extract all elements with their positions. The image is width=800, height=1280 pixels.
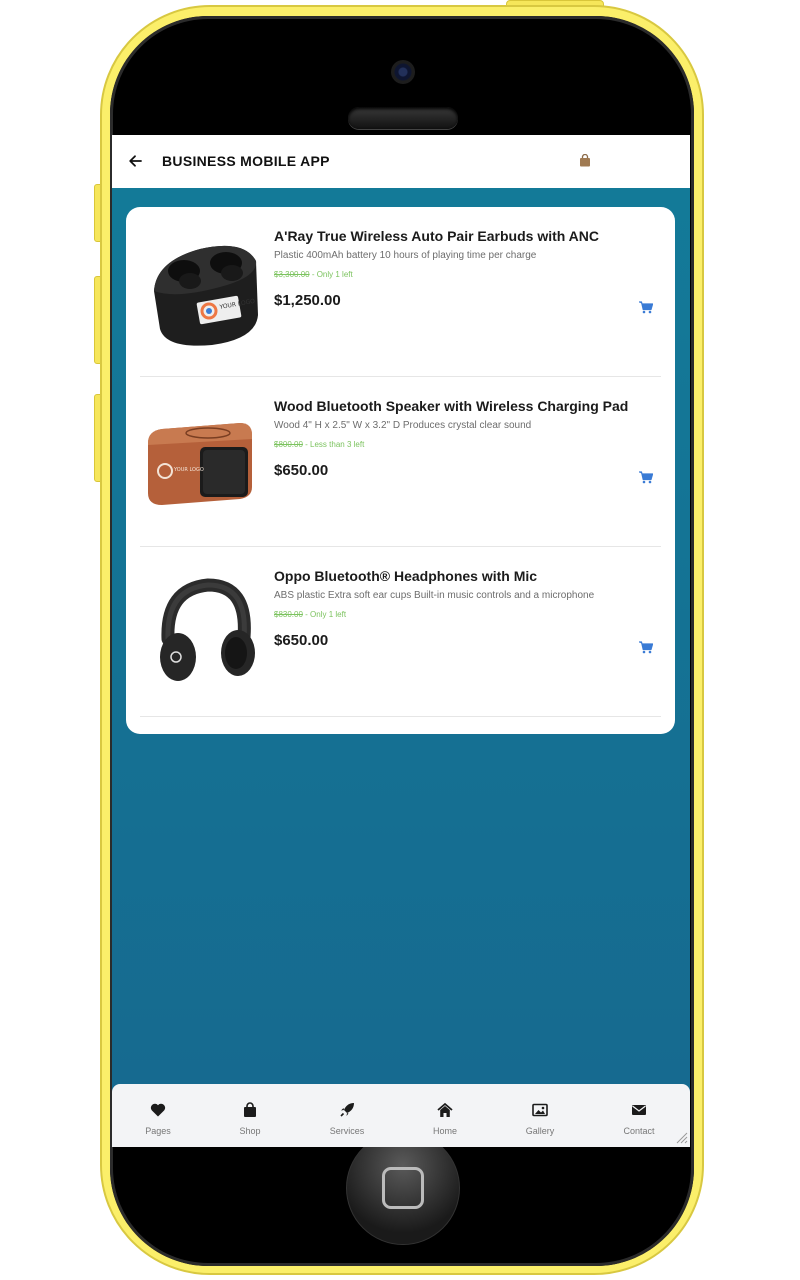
- nav-label: Services: [329, 1126, 365, 1136]
- product-item[interactable]: YOUR LOGO Wood Bluetooth Speaker with Wi…: [140, 377, 661, 547]
- product-stock: - Less than 3 left: [302, 440, 365, 449]
- page-title: BUSINESS MOBILE APP: [162, 153, 330, 169]
- envelope-icon: [632, 1105, 646, 1115]
- product-stock-line: $800.00 - Less than 3 left: [274, 440, 364, 449]
- product-description: Wood 4" H x 2.5" W x 3.2" D Produces cry…: [274, 420, 532, 431]
- product-old-price: $800.00: [274, 440, 303, 449]
- nav-item-contact[interactable]: Contact: [604, 1084, 674, 1147]
- nav-label: Home: [432, 1126, 457, 1136]
- nav-item-gallery[interactable]: Gallery: [505, 1084, 575, 1147]
- product-item[interactable]: Oppo Bluetooth® Headphones with Mic ABS …: [140, 547, 661, 717]
- product-description: ABS plastic Extra soft ear cups Built-in…: [274, 590, 595, 601]
- resize-grip-icon[interactable]: [674, 1130, 688, 1144]
- nav-item-pages[interactable]: Pages: [123, 1084, 193, 1147]
- app-header: BUSINESS MOBILE APP: [112, 135, 690, 188]
- home-icon: [437, 1102, 453, 1117]
- heart-icon: [150, 1103, 166, 1117]
- cart-icon[interactable]: [639, 641, 653, 654]
- app-screen: BUSINESS MOBILE APP YOUR LOGO A'Ray True…: [112, 135, 690, 1147]
- product-price: $650.00: [274, 632, 329, 649]
- product-price: $650.00: [274, 462, 329, 479]
- nav-item-shop[interactable]: Shop: [215, 1084, 285, 1147]
- arrow-left-icon[interactable]: [128, 154, 142, 168]
- product-description: Plastic 400mAh battery 10 hours of playi…: [274, 250, 537, 261]
- product-name[interactable]: Wood Bluetooth Speaker with Wireless Cha…: [274, 398, 628, 414]
- image-logo-text: YOUR LOGO: [173, 467, 204, 473]
- product-stock-line: $3,300.00 - Only 1 left: [274, 270, 353, 279]
- product-stock-line: $830.00 - Only 1 left: [274, 610, 346, 619]
- cart-icon[interactable]: [639, 471, 653, 484]
- bottom-nav: Pages Shop Services Home Gallery Contact: [112, 1084, 690, 1147]
- product-name[interactable]: Oppo Bluetooth® Headphones with Mic: [274, 568, 537, 584]
- wood-speaker-image: YOUR LOGO: [148, 423, 252, 505]
- home-button-square: [382, 1167, 424, 1209]
- product-name[interactable]: A'Ray True Wireless Auto Pair Earbuds wi…: [274, 228, 599, 244]
- product-price: $1,250.00: [274, 292, 341, 309]
- product-old-price: $3,300.00: [274, 270, 310, 279]
- front-camera: [391, 60, 415, 84]
- product-old-price: $830.00: [274, 610, 303, 619]
- home-button[interactable]: [346, 1131, 460, 1245]
- nav-item-services[interactable]: Services: [312, 1084, 382, 1147]
- nav-label: Gallery: [525, 1126, 555, 1136]
- product-stock: - Only 1 left: [309, 270, 353, 279]
- image-icon: [532, 1103, 548, 1117]
- rocket-icon: [340, 1103, 354, 1117]
- nav-label: Pages: [145, 1126, 171, 1136]
- shopping-bag-icon: [244, 1102, 256, 1117]
- cart-icon[interactable]: [639, 301, 653, 314]
- nav-label: Contact: [623, 1126, 655, 1136]
- earbuds-image: YOUR LOGO: [154, 245, 258, 346]
- shopping-bag-icon[interactable]: [579, 154, 591, 167]
- product-stock: - Only 1 left: [302, 610, 347, 619]
- headphones-image: [160, 578, 255, 681]
- earpiece-speaker: [348, 107, 458, 129]
- nav-label: Shop: [239, 1126, 261, 1136]
- product-item[interactable]: YOUR LOGO A'Ray True Wireless Auto Pair …: [140, 207, 661, 377]
- product-list-card: YOUR LOGO A'Ray True Wireless Auto Pair …: [126, 207, 675, 734]
- nav-item-home[interactable]: Home: [410, 1084, 480, 1147]
